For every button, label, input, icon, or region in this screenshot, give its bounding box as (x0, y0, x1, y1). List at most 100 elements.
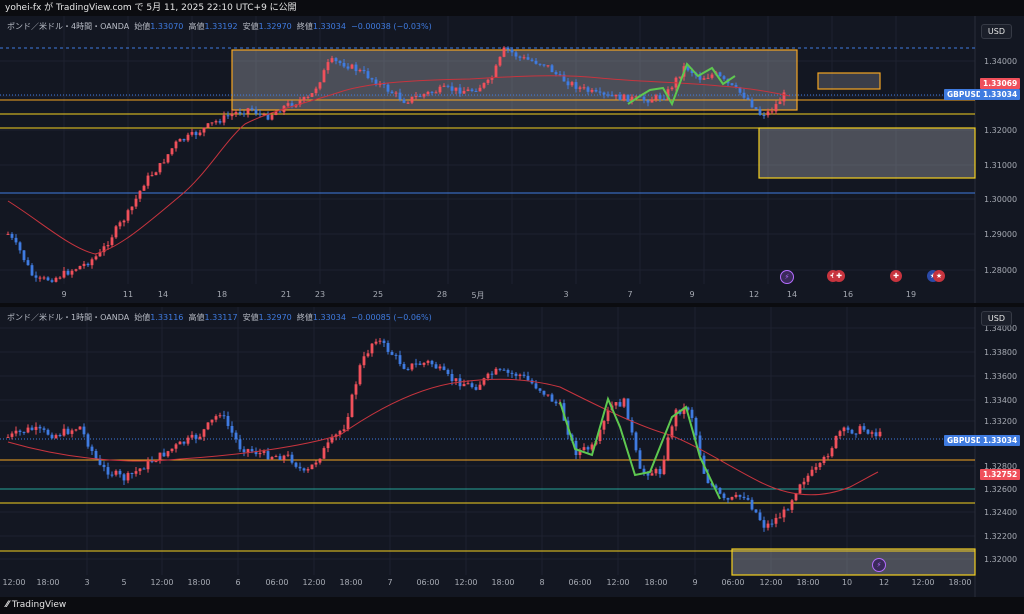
candle (838, 431, 842, 436)
time-label: 12:00 (759, 578, 783, 587)
candle (570, 82, 574, 86)
candle (446, 85, 450, 87)
candle (50, 434, 54, 439)
currency-button[interactable]: USD (980, 311, 1012, 326)
lightning-event-icon[interactable]: ⚡ (780, 270, 794, 284)
candle (434, 92, 438, 94)
chart-panel-1h[interactable]: ポンド／米ドル・1時間・OANDA 始値1.33116 高値1.33117 安値… (0, 307, 1024, 597)
candle (242, 449, 246, 453)
price-label: 1.32400 (984, 508, 1018, 517)
price-chart-4h[interactable] (0, 16, 1024, 303)
candle (154, 172, 158, 176)
candle (522, 374, 526, 376)
price-chart-1h[interactable] (0, 307, 1024, 597)
candle (478, 384, 482, 390)
candle (530, 59, 534, 61)
candle (262, 451, 266, 453)
candle (246, 108, 250, 114)
candle (810, 469, 814, 476)
candle (590, 89, 594, 92)
candle (54, 435, 58, 439)
candle (866, 429, 870, 434)
candle (42, 277, 46, 279)
candle (470, 89, 474, 92)
candle (846, 427, 850, 430)
uk-flag-event-icon[interactable]: ✚ (833, 270, 845, 282)
candle (442, 85, 446, 87)
us-flag-event-icon[interactable]: ★ (933, 270, 945, 282)
lightning-event-icon[interactable]: ⚡ (872, 558, 886, 572)
currency-button[interactable]: USD (980, 24, 1012, 39)
candle (170, 448, 174, 452)
candle (646, 100, 650, 103)
candle (642, 96, 646, 101)
candle (174, 444, 178, 449)
candle (90, 259, 94, 266)
candle (34, 426, 38, 430)
candle (390, 351, 394, 355)
candle (14, 237, 18, 243)
candle (758, 109, 762, 115)
candle (158, 452, 162, 462)
candle (242, 113, 246, 115)
candle (334, 58, 338, 62)
candle (214, 416, 218, 420)
candle (354, 384, 358, 395)
time-label: 28 (436, 290, 448, 299)
candle (554, 72, 558, 75)
candle (134, 198, 138, 207)
candle (762, 520, 766, 528)
candle (710, 74, 714, 78)
candle (662, 459, 666, 475)
candle (734, 494, 738, 497)
candle (306, 96, 310, 98)
last-price-tag-red: 1.33069 (980, 78, 1021, 89)
time-label: 18:00 (339, 578, 363, 587)
candle (554, 401, 558, 404)
candle (654, 469, 658, 474)
candle (362, 69, 366, 72)
candle (794, 493, 798, 501)
price-label: 1.32000 (984, 126, 1018, 135)
candle (30, 427, 34, 430)
candle (74, 429, 78, 431)
candle (626, 398, 630, 420)
candle (774, 104, 778, 112)
candle (298, 466, 302, 469)
candle (310, 464, 314, 470)
time-label: 06:00 (265, 578, 289, 587)
candle (230, 425, 234, 433)
candle (62, 270, 66, 278)
price-label: 1.33400 (984, 396, 1018, 405)
candle (366, 353, 370, 357)
candle (350, 394, 354, 417)
candle (186, 134, 190, 141)
candle (322, 448, 326, 459)
uk-flag-event-icon[interactable]: ✚ (890, 270, 902, 282)
time-label: 14 (157, 290, 169, 299)
chart-panel-4h[interactable]: ポンド／米ドル・4時間・OANDA 始値1.33070 高値1.33192 安値… (0, 16, 1024, 303)
candle (374, 341, 378, 344)
time-label: 18:00 (491, 578, 515, 587)
candle (702, 78, 706, 80)
candle (394, 92, 398, 94)
time-label: 12 (878, 578, 890, 587)
candle (406, 102, 410, 104)
candle (510, 372, 514, 374)
candle (406, 368, 410, 370)
time-label: 18:00 (948, 578, 972, 587)
candle (618, 94, 622, 101)
candle (30, 265, 34, 276)
candle (362, 356, 366, 366)
moving-average (7, 378, 879, 496)
candle (798, 484, 802, 494)
candle (282, 455, 286, 460)
candle (854, 433, 858, 435)
tradingview-footer: ⁄⁄ TradingView (0, 597, 1024, 614)
candle (558, 74, 562, 76)
time-label: 18:00 (796, 578, 820, 587)
candle (526, 375, 530, 381)
candle (258, 113, 262, 115)
candle (730, 83, 734, 86)
candle (398, 355, 402, 365)
